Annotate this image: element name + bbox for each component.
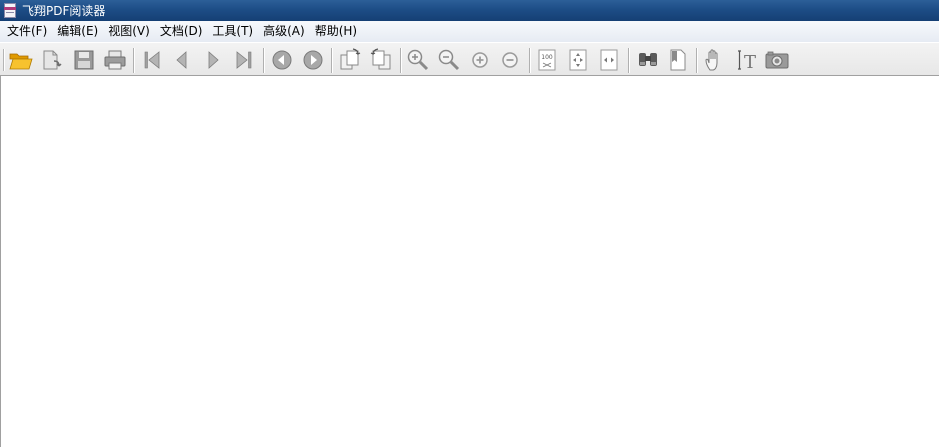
fit-page-icon (569, 49, 587, 71)
text-select-button[interactable]: T (734, 48, 758, 72)
hand-tool-icon (705, 49, 718, 71)
toolbar-separator (331, 48, 333, 73)
menu-view[interactable]: 视图(V) (103, 22, 155, 41)
toolbar-grip[interactable] (3, 49, 5, 71)
text-tool-letter: T (744, 52, 756, 72)
print-icon (104, 50, 126, 70)
zoom-plus-button[interactable] (468, 48, 492, 72)
toolbar-separator (400, 48, 402, 73)
save-icon (74, 50, 94, 70)
actual-size-label: 100 (541, 54, 553, 61)
snapshot-button[interactable] (765, 48, 789, 72)
import-button[interactable] (40, 48, 64, 72)
last-page-icon (236, 51, 252, 69)
zoom-minus-button[interactable] (498, 48, 522, 72)
window-title: 飞翔PDF阅读器 (22, 4, 106, 18)
bookmark-icon (670, 49, 686, 71)
bookmark-button[interactable] (666, 48, 690, 72)
back-button[interactable] (270, 48, 294, 72)
toolbar-separator (133, 48, 135, 73)
next-page-button[interactable] (201, 48, 225, 72)
next-page-icon (208, 51, 219, 69)
fit-page-button[interactable] (566, 48, 590, 72)
zoom-plus-icon (472, 52, 488, 68)
document-area[interactable] (0, 76, 939, 447)
menu-advanced[interactable]: 高级(A) (258, 22, 310, 41)
menu-document[interactable]: 文档(D) (155, 22, 208, 41)
forward-icon (303, 50, 323, 70)
hand-tool-button[interactable] (703, 48, 727, 72)
menu-edit[interactable]: 编辑(E) (52, 22, 103, 41)
fit-width-button[interactable] (597, 48, 621, 72)
zoom-out-icon (438, 49, 460, 71)
first-page-button[interactable] (140, 48, 164, 72)
zoom-minus-icon (502, 52, 518, 68)
save-button[interactable] (72, 48, 96, 72)
toolbar: 100 T (0, 42, 939, 76)
forward-button[interactable] (301, 48, 325, 72)
zoom-in-icon (407, 49, 429, 71)
previous-page-button[interactable] (170, 48, 194, 72)
fit-width-icon (600, 49, 618, 71)
find-button[interactable] (636, 48, 660, 72)
snapshot-icon (765, 51, 789, 69)
title-bar: 飞翔PDF阅读器 (0, 0, 939, 21)
toolbar-separator (696, 48, 698, 73)
find-icon (639, 53, 657, 66)
rotate-clockwise-button[interactable] (338, 48, 362, 72)
rotate-counterclockwise-button[interactable] (369, 48, 393, 72)
back-icon (272, 50, 292, 70)
zoom-in-button[interactable] (406, 48, 430, 72)
actual-size-button[interactable]: 100 (535, 48, 559, 72)
actual-size-icon: 100 (538, 49, 556, 71)
menu-bar: 文件(F) 编辑(E) 视图(V) 文档(D) 工具(T) 高级(A) 帮助(H… (0, 21, 939, 42)
app-document-icon[interactable] (2, 2, 18, 19)
rotate-counterclockwise-icon (370, 48, 391, 70)
zoom-out-button[interactable] (437, 48, 461, 72)
last-page-button[interactable] (232, 48, 256, 72)
toolbar-separator (628, 48, 630, 73)
import-document-icon (43, 50, 62, 70)
toolbar-separator (263, 48, 265, 73)
previous-page-icon (176, 51, 187, 69)
open-folder-icon (9, 53, 33, 70)
menu-help[interactable]: 帮助(H) (310, 22, 362, 41)
text-select-icon: T (738, 50, 756, 72)
toolbar-separator (529, 48, 531, 73)
menu-file[interactable]: 文件(F) (2, 22, 52, 41)
menu-tools[interactable]: 工具(T) (207, 22, 258, 41)
print-button[interactable] (103, 48, 127, 72)
first-page-icon (144, 51, 160, 69)
open-button[interactable] (9, 48, 33, 72)
rotate-clockwise-icon (340, 48, 361, 70)
